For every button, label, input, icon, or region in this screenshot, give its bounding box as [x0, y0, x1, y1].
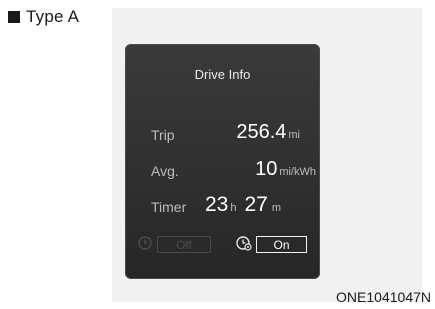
- trip-value-group: 256.4 mi: [236, 121, 300, 144]
- clock-icon: [137, 234, 155, 252]
- off-button[interactable]: Off: [157, 236, 211, 253]
- timer-hours: 23: [205, 193, 229, 216]
- trip-value: 256.4: [236, 121, 287, 143]
- avg-value: 10: [255, 158, 278, 180]
- screen-title: Drive Info: [194, 67, 251, 82]
- square-bullet-icon: [8, 11, 20, 23]
- avg-unit: mi/kWh: [279, 166, 316, 178]
- on-button[interactable]: On: [256, 236, 307, 253]
- cluster-display: Drive Info Trip 256.4 mi Avg. 10 mi/kWh …: [125, 44, 320, 279]
- avg-value-group: 10 mi/kWh: [255, 158, 316, 181]
- timer-label: Timer: [151, 199, 187, 215]
- timer-minutes: 27: [244, 193, 268, 216]
- timer-hours-unit: h: [230, 202, 237, 214]
- trip-label: Trip: [151, 127, 175, 143]
- section-label: Type A: [4, 3, 86, 31]
- avg-label: Avg.: [151, 163, 179, 179]
- timer-value-group: 23 h 27 m: [205, 193, 281, 217]
- clock-gear-icon: [235, 234, 253, 252]
- figure-caption: ONE1041047N: [336, 289, 431, 305]
- trip-unit: mi: [288, 129, 300, 141]
- timer-minutes-unit: m: [271, 202, 282, 214]
- section-label-text: Type A: [26, 7, 80, 26]
